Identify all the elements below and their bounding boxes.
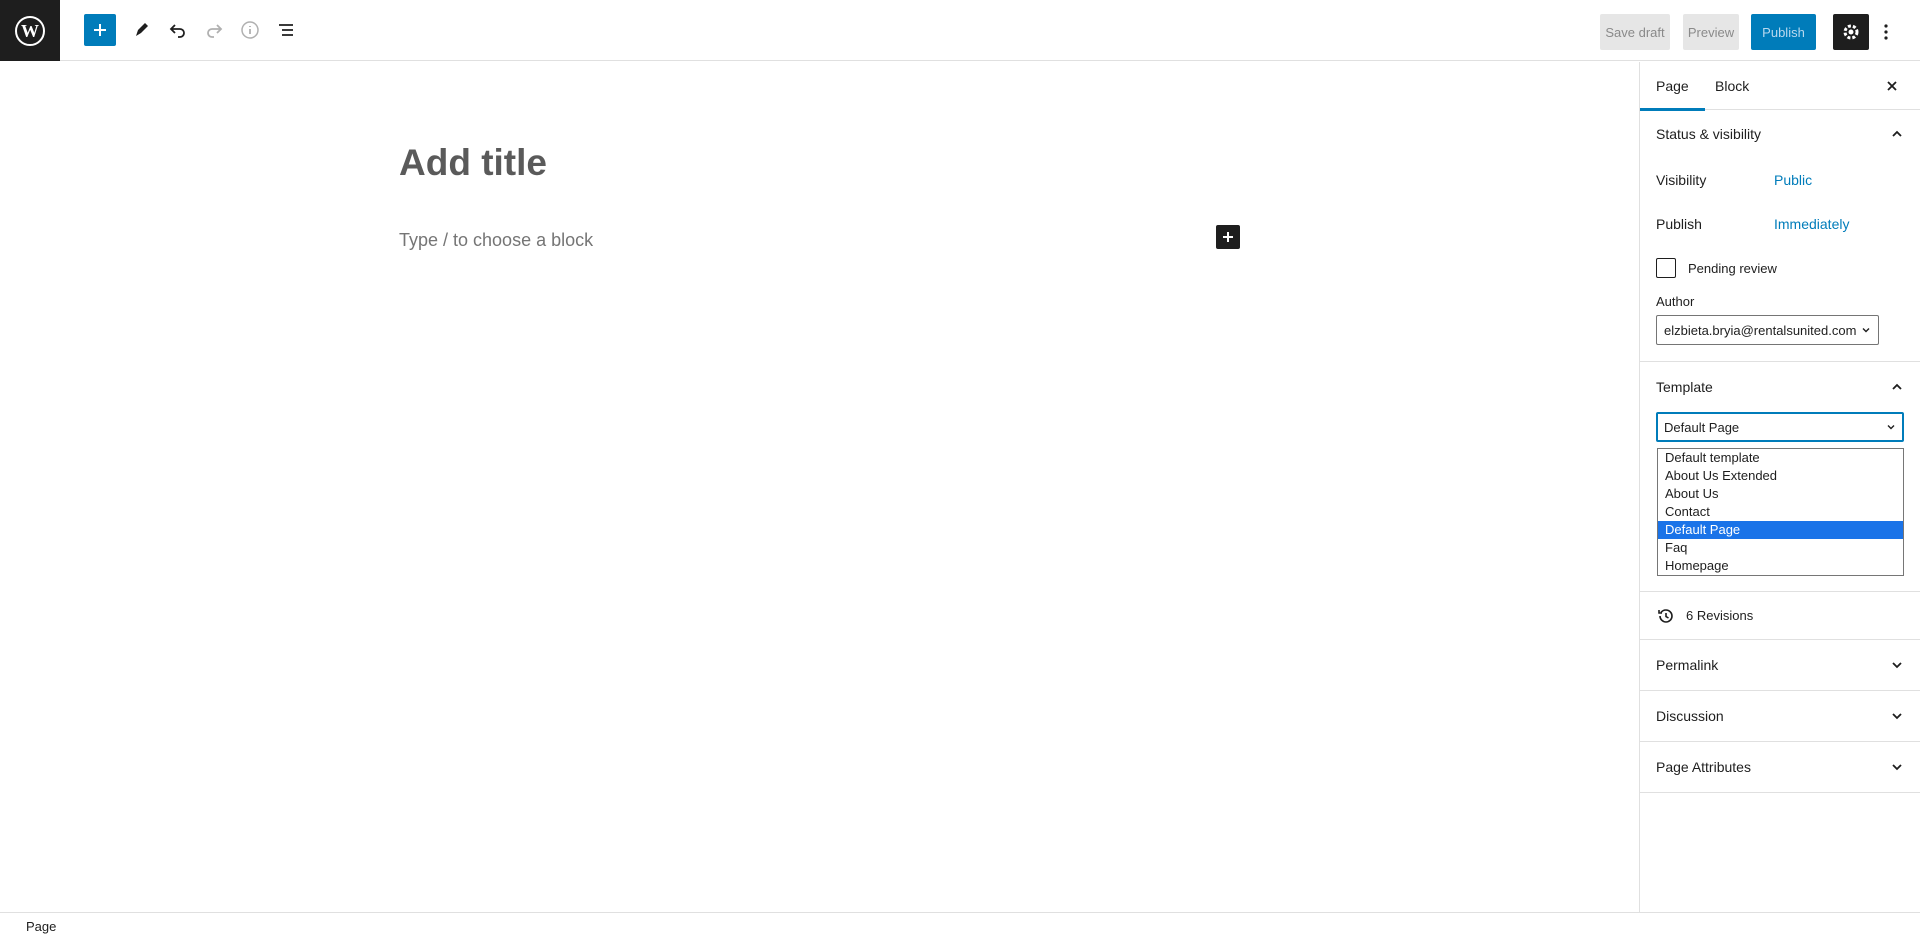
- publish-row: Publish Immediately: [1640, 202, 1920, 246]
- block-appender[interactable]: Type / to choose a block: [399, 230, 593, 251]
- discussion-toggle[interactable]: Discussion: [1640, 691, 1920, 741]
- author-value: elzbieta.bryia@rentalsunited.com: [1664, 322, 1857, 338]
- chevron-down-icon: [1862, 328, 1870, 333]
- chevron-down-icon: [1892, 713, 1902, 720]
- template-panel: Template Default Page Default template A…: [1640, 362, 1920, 592]
- chevron-down-icon: [1892, 764, 1902, 771]
- svg-text:W: W: [21, 21, 39, 41]
- undo-icon: [169, 24, 185, 38]
- undo-button[interactable]: [162, 14, 194, 46]
- template-select[interactable]: Default Page: [1656, 412, 1904, 442]
- publish-date-link[interactable]: Immediately: [1774, 216, 1849, 232]
- template-option-selected[interactable]: Default Page: [1658, 521, 1903, 539]
- redo-button[interactable]: [198, 14, 230, 46]
- template-option[interactable]: About Us Extended: [1658, 467, 1903, 485]
- pending-review-row: Pending review: [1640, 246, 1920, 290]
- panel-title: Status & visibility: [1656, 126, 1762, 142]
- post-title-input[interactable]: Add title: [399, 142, 547, 184]
- preview-button[interactable]: Preview: [1683, 14, 1739, 50]
- panel-title: Permalink: [1656, 657, 1719, 673]
- template-option[interactable]: Faq: [1658, 539, 1903, 557]
- footer-breadcrumb: Page: [0, 912, 1920, 939]
- permalink-toggle[interactable]: Permalink: [1640, 640, 1920, 690]
- info-icon: [241, 21, 259, 39]
- template-option[interactable]: Homepage: [1658, 557, 1903, 575]
- editor-canvas: Add title Type / to choose a block: [0, 62, 1639, 912]
- status-visibility-panel: Status & visibility Visibility Public Pu…: [1640, 110, 1920, 362]
- wp-editor: W Save draft Preview Publish Add title T…: [0, 0, 1920, 939]
- author-select[interactable]: elzbieta.bryia@rentalsunited.com: [1656, 315, 1879, 345]
- list-view-icon: [279, 24, 293, 36]
- template-option[interactable]: About Us: [1658, 485, 1903, 503]
- page-attributes-toggle[interactable]: Page Attributes: [1640, 742, 1920, 792]
- chevron-up-icon: [1892, 383, 1902, 390]
- tab-page[interactable]: Page: [1640, 62, 1705, 111]
- wordpress-logo-icon[interactable]: W: [0, 0, 60, 61]
- gear-icon: [1843, 24, 1859, 40]
- panel-title: Discussion: [1656, 708, 1724, 724]
- redo-icon: [207, 24, 223, 38]
- tab-block[interactable]: Block: [1699, 62, 1765, 110]
- permalink-panel: Permalink: [1640, 640, 1920, 691]
- breadcrumb-page[interactable]: Page: [26, 919, 56, 934]
- list-view-button[interactable]: [270, 14, 302, 46]
- top-toolbar: W Save draft Preview Publish: [0, 0, 1920, 61]
- more-options-button[interactable]: [1874, 14, 1898, 50]
- revisions-label: 6 Revisions: [1686, 608, 1754, 623]
- panel-title: Page Attributes: [1656, 759, 1751, 775]
- visibility-label: Visibility: [1656, 172, 1707, 188]
- chevron-down-icon: [1887, 425, 1895, 430]
- plus-icon: [1223, 232, 1233, 242]
- panel-title: Template: [1656, 379, 1713, 395]
- pending-review-checkbox[interactable]: [1656, 258, 1676, 278]
- page-attributes-panel: Page Attributes: [1640, 742, 1920, 793]
- template-option[interactable]: Contact: [1658, 503, 1903, 521]
- status-visibility-toggle[interactable]: Status & visibility: [1640, 110, 1920, 158]
- tools-button[interactable]: [126, 14, 158, 46]
- pending-review-label: Pending review: [1688, 260, 1777, 276]
- chevron-up-icon: [1892, 130, 1902, 137]
- plus-icon: [94, 24, 106, 36]
- details-button[interactable]: [234, 14, 266, 46]
- settings-button[interactable]: [1833, 14, 1869, 50]
- visibility-row: Visibility Public: [1640, 158, 1920, 202]
- history-icon: [1656, 606, 1676, 626]
- revisions-link[interactable]: 6 Revisions: [1640, 592, 1920, 640]
- add-block-button[interactable]: [84, 14, 116, 46]
- inline-add-block-button[interactable]: [1216, 225, 1240, 249]
- template-selected-value: Default Page: [1664, 419, 1740, 435]
- close-icon: [1887, 81, 1897, 91]
- author-label: Author: [1656, 294, 1695, 309]
- template-dropdown-list: Default template About Us Extended About…: [1657, 448, 1904, 576]
- settings-sidebar: Page Block Status & visibility Visibilit…: [1639, 62, 1920, 912]
- kebab-menu-icon: [1884, 24, 1888, 40]
- pencil-icon: [136, 23, 148, 36]
- publish-label: Publish: [1656, 216, 1702, 232]
- chevron-down-icon: [1892, 662, 1902, 669]
- template-option[interactable]: Default template: [1658, 449, 1903, 467]
- close-sidebar-button[interactable]: [1880, 74, 1904, 98]
- sidebar-tabs: Page Block: [1640, 62, 1920, 111]
- visibility-value-link[interactable]: Public: [1774, 172, 1812, 188]
- publish-button[interactable]: Publish: [1751, 14, 1816, 50]
- save-draft-button[interactable]: Save draft: [1600, 14, 1670, 50]
- discussion-panel: Discussion: [1640, 691, 1920, 742]
- template-toggle[interactable]: Template: [1640, 362, 1920, 412]
